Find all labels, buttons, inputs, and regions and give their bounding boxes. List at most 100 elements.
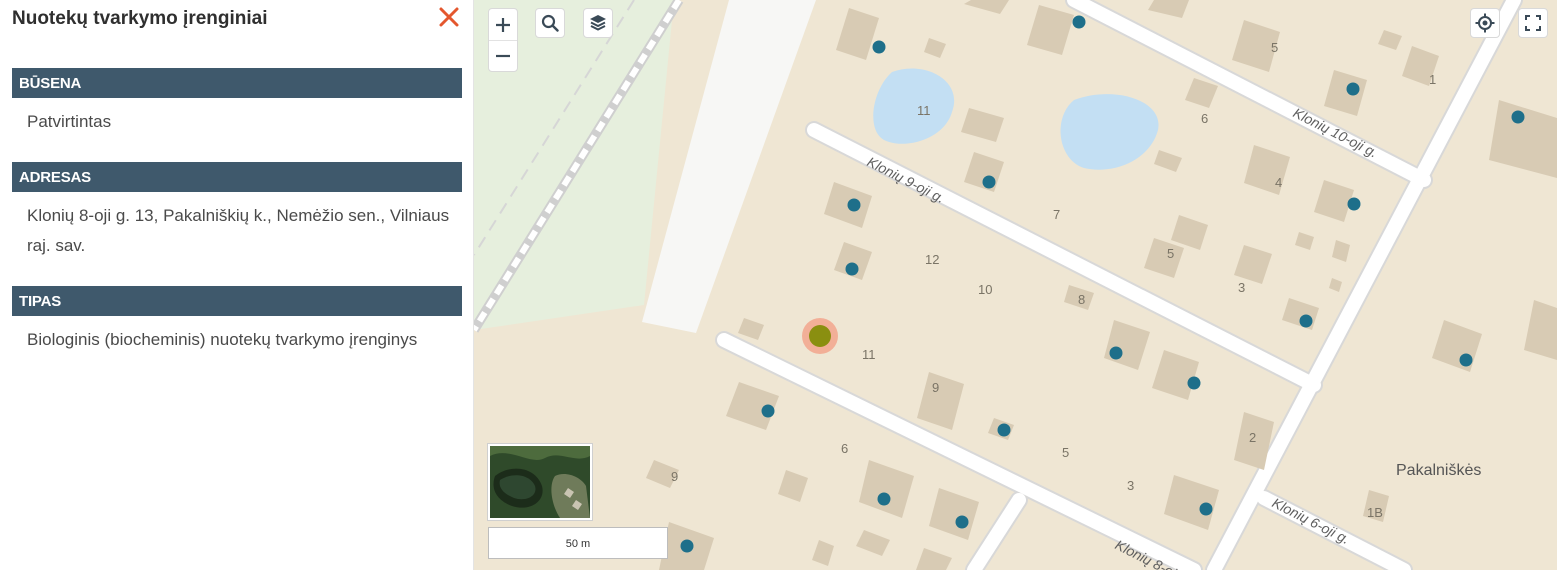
facility-marker[interactable] (955, 515, 969, 529)
facility-marker[interactable] (1072, 15, 1086, 29)
facility-marker[interactable] (680, 539, 694, 553)
map-view[interactable]: 11 5 1 6 4 7 5 3 12 10 8 11 9 6 5 3 2 9 … (474, 0, 1557, 570)
house-number: 7 (1053, 207, 1060, 222)
building (1234, 245, 1272, 284)
minus-icon (496, 54, 510, 58)
house-number: 11 (917, 103, 931, 118)
road-side (967, 493, 1026, 570)
building (1332, 240, 1350, 262)
layers-button[interactable] (583, 8, 613, 38)
building (1164, 475, 1219, 530)
facility-marker[interactable] (847, 198, 861, 212)
house-number: 11 (862, 347, 876, 362)
facility-marker[interactable] (872, 40, 886, 54)
status-value: Patvirtintas (27, 112, 112, 131)
facility-marker[interactable] (761, 404, 775, 418)
building (917, 372, 964, 430)
building (812, 540, 834, 566)
facility-marker[interactable] (1511, 110, 1525, 124)
facility-marker[interactable] (982, 175, 996, 189)
type-value: Biologinis (biocheminis) nuotekų tvarkym… (27, 330, 418, 349)
building (924, 38, 946, 58)
building (738, 318, 764, 340)
building (1432, 320, 1482, 372)
house-number: 9 (671, 469, 678, 484)
street-label: Klonių 10-oji g. (1291, 104, 1381, 160)
facility-marker[interactable] (877, 492, 891, 506)
house-number: 6 (1201, 111, 1208, 126)
search-button[interactable] (535, 8, 565, 38)
house-number: 12 (925, 252, 939, 267)
building (964, 0, 1009, 14)
building (856, 530, 890, 556)
building (1524, 300, 1557, 360)
place-label: Pakalniškės (1396, 462, 1481, 479)
building (1282, 298, 1319, 330)
building (916, 548, 952, 570)
house-number: 8 (1078, 292, 1085, 307)
zoom-out-button[interactable] (489, 40, 517, 71)
panel-title: Nuotekų tvarkymo įrenginiai (12, 8, 268, 29)
house-number: 3 (1238, 280, 1245, 295)
building (1171, 215, 1208, 250)
facility-marker[interactable] (1299, 314, 1313, 328)
house-number: 3 (1127, 478, 1134, 493)
close-button[interactable] (437, 5, 461, 29)
building (1329, 278, 1342, 292)
facility-marker[interactable] (1109, 346, 1123, 360)
building (1324, 70, 1367, 116)
pond-east (1060, 94, 1159, 170)
building (961, 108, 1004, 142)
facility-marker[interactable] (845, 262, 859, 276)
building (836, 8, 879, 60)
facility-marker[interactable] (1459, 353, 1473, 367)
satellite-thumbnail (490, 446, 590, 518)
address-value: Klonių 8-oji g. 13, Pakalniškių k., Nemė… (27, 206, 450, 255)
building (1378, 30, 1402, 50)
basemap[interactable]: 11 5 1 6 4 7 5 3 12 10 8 11 9 6 5 3 2 9 … (474, 0, 1557, 570)
zoom-control (488, 8, 518, 72)
facility-marker[interactable] (1199, 502, 1213, 516)
building (859, 460, 914, 518)
address-heading: ADRESAS (12, 162, 462, 192)
type-heading: TIPAS (12, 286, 462, 316)
house-number: 5 (1167, 246, 1174, 261)
zoom-in-button[interactable] (489, 9, 517, 40)
house-number: 5 (1062, 445, 1069, 460)
pond-west (873, 68, 955, 144)
building (929, 488, 979, 540)
house-number: 1B (1367, 505, 1383, 520)
house-number: 9 (932, 380, 939, 395)
basemap-switcher[interactable] (488, 444, 592, 520)
facility-marker[interactable] (1346, 82, 1360, 96)
house-number: 10 (978, 282, 992, 297)
status-section: BŪSENA Patvirtintas (12, 68, 462, 137)
address-section: ADRESAS Klonių 8-oji g. 13, Pakalniškių … (12, 162, 462, 261)
panel-header: Nuotekų tvarkymo įrenginiai (12, 5, 463, 30)
fullscreen-icon (1525, 15, 1541, 31)
house-number: 5 (1271, 40, 1278, 55)
status-heading: BŪSENA (12, 68, 462, 98)
building (1295, 232, 1314, 250)
building (1154, 150, 1182, 172)
search-icon (541, 14, 559, 32)
type-section: TIPAS Biologinis (biocheminis) nuotekų t… (12, 286, 462, 355)
scale-bar: 50 m (488, 527, 668, 559)
building (1489, 100, 1557, 178)
street-label: Klonių 9-oji g. (865, 153, 948, 206)
facility-marker[interactable] (997, 423, 1011, 437)
house-number: 1 (1429, 72, 1436, 87)
building (1314, 180, 1354, 222)
building (1148, 0, 1189, 18)
facility-marker[interactable] (1347, 197, 1361, 211)
info-panel: Nuotekų tvarkymo įrenginiai BŪSENA Patvi… (0, 0, 474, 570)
building (1152, 350, 1199, 400)
selected-facility-marker[interactable] (809, 325, 831, 347)
locate-button[interactable] (1470, 8, 1500, 38)
facility-marker[interactable] (1187, 376, 1201, 390)
fullscreen-button[interactable] (1518, 8, 1548, 38)
house-number: 6 (841, 441, 848, 456)
house-number: 2 (1249, 430, 1256, 445)
building (1027, 5, 1074, 55)
layers-icon (590, 15, 606, 31)
